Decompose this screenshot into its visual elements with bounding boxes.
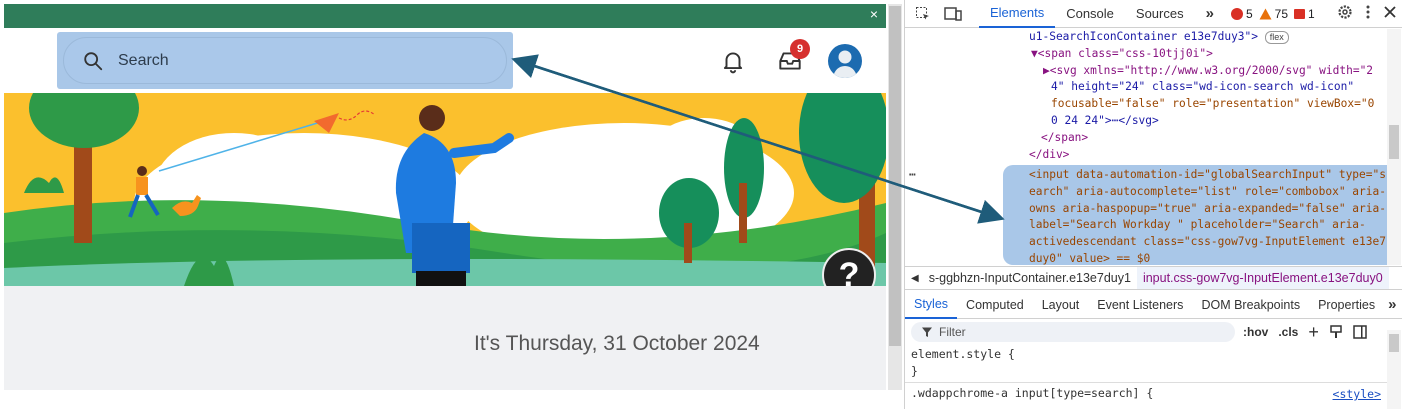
styles-filter-input[interactable]: Filter bbox=[911, 322, 1235, 342]
tab-computed[interactable]: Computed bbox=[957, 291, 1033, 319]
home-content: It's Thursday, 31 October 2024 bbox=[4, 286, 886, 390]
tab-event-listeners[interactable]: Event Listeners bbox=[1088, 291, 1192, 319]
banner-close-button[interactable]: × bbox=[870, 6, 878, 22]
class-toggle[interactable]: .cls bbox=[1278, 325, 1298, 339]
styles-filter-row: Filter :hov .cls + bbox=[905, 320, 1402, 344]
dom-line-input-cont: label="Search Workday " placeholder="Sea… bbox=[1029, 218, 1366, 232]
tab-elements[interactable]: Elements bbox=[979, 0, 1056, 28]
dom-line-span[interactable]: ▼<span class="css-10tjj0i"> bbox=[1031, 46, 1213, 63]
dom-line-input-cont: earch" aria-autocomplete="list" role="co… bbox=[1029, 184, 1386, 198]
page-scrollbar-thumb[interactable] bbox=[889, 6, 901, 346]
style-rule-selector[interactable]: .wdappchrome-a input[type=search] { bbox=[911, 386, 1153, 400]
devtools-panel: Elements Console Sources » 5 75 1 u1-Sea… bbox=[904, 0, 1402, 409]
close-icon[interactable] bbox=[1383, 5, 1397, 19]
dom-line-svg[interactable]: ▶<svg xmlns="http://www.w3.org/2000/svg"… bbox=[1043, 63, 1373, 80]
issue-count[interactable]: 1 bbox=[1294, 7, 1315, 21]
styles-scrollbar-thumb[interactable] bbox=[1389, 334, 1399, 352]
tab-styles[interactable]: Styles bbox=[905, 291, 958, 319]
warning-icon bbox=[1259, 8, 1272, 19]
bell-icon[interactable] bbox=[720, 48, 746, 74]
node-actions-ellipsis[interactable]: ⋯ bbox=[909, 167, 916, 184]
dom-line-svg-cont: 4" height="24" class="wd-icon-search wd-… bbox=[1051, 80, 1355, 94]
inspect-element-icon[interactable] bbox=[911, 2, 935, 26]
inbox-count-badge: 9 bbox=[790, 39, 810, 59]
dom-line-span-close[interactable]: </span> bbox=[1041, 130, 1088, 147]
user-silhouette-icon bbox=[833, 50, 857, 78]
hover-state-toggle[interactable]: :hov bbox=[1243, 325, 1268, 339]
app-header: 9 bbox=[4, 28, 886, 92]
breadcrumb-scroll-left-icon[interactable]: ◀ bbox=[911, 273, 919, 284]
breadcrumb-item[interactable]: s-ggbhzn-InputContainer.e13e7duy1 bbox=[923, 271, 1137, 285]
style-rule-close: } bbox=[911, 364, 918, 378]
search-input[interactable] bbox=[118, 51, 478, 70]
dom-line-svg-cont: 0 24 24">⋯</svg> bbox=[1051, 114, 1159, 127]
error-count[interactable]: 5 bbox=[1230, 7, 1253, 21]
style-rule-selector[interactable]: element.style { bbox=[911, 347, 1015, 361]
filter-funnel-icon bbox=[922, 327, 932, 337]
settings-gear-icon[interactable] bbox=[1337, 4, 1353, 20]
dom-line-input-selected[interactable]: <input data-automation-id="globalSearchI… bbox=[1029, 167, 1386, 184]
search-icon bbox=[84, 51, 103, 70]
elements-tree: u1-SearchIconContainer e13e7duy3"> flex … bbox=[905, 29, 1387, 265]
dom-line-svg-cont: focusable="false" role="presentation" vi… bbox=[1051, 97, 1375, 111]
web-app: × 9 bbox=[4, 4, 886, 390]
dom-line-div-close[interactable]: </div> bbox=[1029, 147, 1069, 164]
tab-dom-breakpoints[interactable]: DOM Breakpoints bbox=[1192, 291, 1309, 319]
tab-properties[interactable]: Properties bbox=[1309, 291, 1384, 319]
dom-line[interactable]: u1-SearchIconContainer e13e7duy3"> flex bbox=[1029, 29, 1289, 46]
toggle-sidebar-icon[interactable] bbox=[1353, 325, 1367, 339]
tab-console[interactable]: Console bbox=[1055, 0, 1125, 28]
tab-sources[interactable]: Sources bbox=[1125, 0, 1195, 28]
warning-count[interactable]: 75 bbox=[1259, 7, 1288, 21]
top-banner: × bbox=[4, 4, 886, 28]
error-icon bbox=[1230, 7, 1243, 20]
dom-line-input-cont: duy0" value> == $0 bbox=[1029, 252, 1151, 265]
more-panes-button[interactable]: » bbox=[1384, 291, 1400, 319]
more-tabs-button[interactable]: » bbox=[1195, 0, 1225, 28]
breadcrumb-item-selected[interactable]: input.css-gow7vg-InputElement.e13e7duy0 bbox=[1136, 267, 1389, 289]
style-rule-divider bbox=[905, 382, 1387, 383]
new-style-rule-button[interactable]: + bbox=[1308, 322, 1319, 343]
devtools-tab-bar: Elements Console Sources » 5 75 1 bbox=[905, 0, 1402, 28]
elements-scrollbar-thumb[interactable] bbox=[1389, 125, 1399, 159]
styles-toolbar: :hov .cls + bbox=[1243, 322, 1367, 343]
device-toolbar-icon[interactable] bbox=[941, 2, 965, 26]
paint-brush-icon[interactable] bbox=[1329, 325, 1343, 339]
banner-illustration bbox=[4, 93, 886, 286]
style-source-link[interactable]: <style> bbox=[1333, 387, 1381, 401]
dom-line-input-cont: owns aria-haspopup="true" aria-expanded=… bbox=[1029, 201, 1386, 215]
styles-pane: element.style { } .wdappchrome-a input[t… bbox=[905, 345, 1387, 409]
date-greeting: It's Thursday, 31 October 2024 bbox=[474, 332, 760, 355]
global-search-box[interactable] bbox=[63, 37, 507, 84]
dom-line-input-cont: activedescendant class="css-gow7vg-Input… bbox=[1029, 235, 1386, 249]
sidebar-pane-tabs: Styles Computed Layout Event Listeners D… bbox=[905, 291, 1402, 319]
screenshot-root: × 9 bbox=[0, 0, 1402, 409]
issue-icon bbox=[1294, 8, 1305, 19]
breadcrumb: ◀ s-ggbhzn-InputContainer.e13e7duy1 inpu… bbox=[905, 266, 1402, 290]
kebab-menu-icon[interactable] bbox=[1365, 4, 1371, 20]
flex-badge[interactable]: flex bbox=[1264, 31, 1289, 44]
devtools-window-controls bbox=[1337, 4, 1397, 20]
tab-layout[interactable]: Layout bbox=[1033, 291, 1089, 319]
avatar[interactable] bbox=[828, 44, 862, 78]
